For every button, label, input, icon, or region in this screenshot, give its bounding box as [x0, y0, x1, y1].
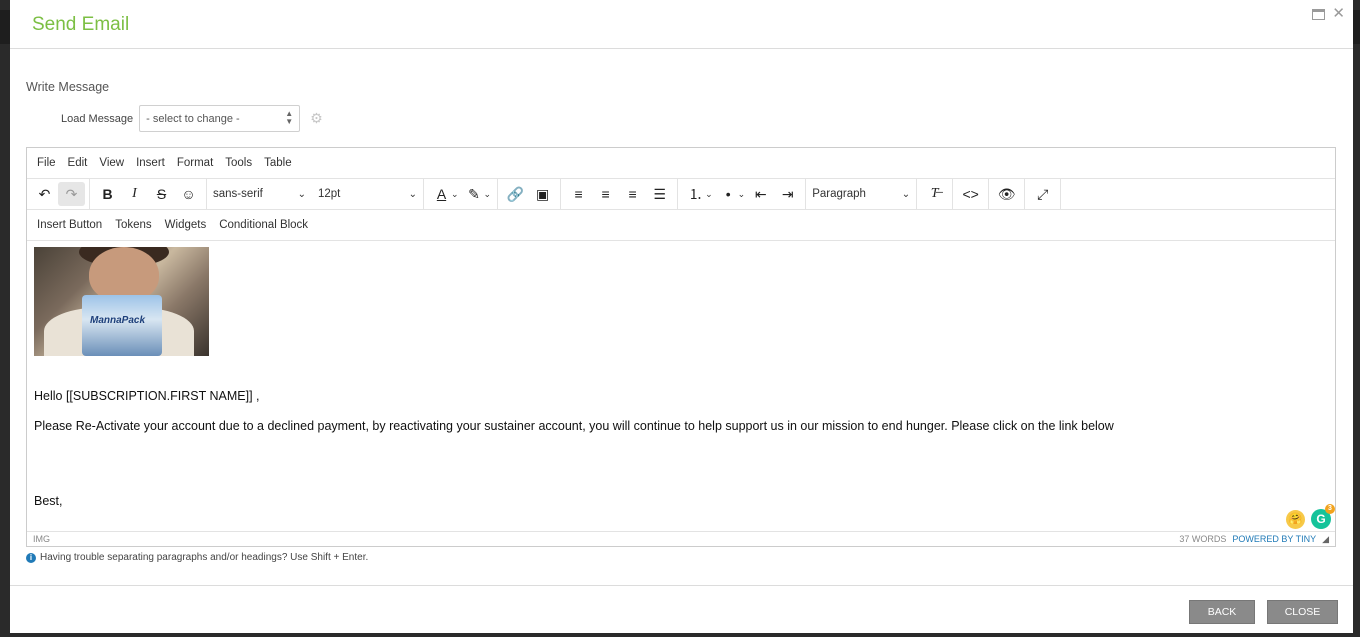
chevron-down-icon[interactable]: ⌄ — [738, 189, 746, 200]
chevron-down-icon: ⌄ — [408, 188, 417, 200]
chevron-down-icon[interactable]: ⌄ — [451, 189, 459, 200]
window-controls: ✕ — [1312, 6, 1345, 22]
source-code-icon[interactable]: <> — [957, 182, 984, 206]
emoji-icon[interactable]: ☺ — [175, 182, 202, 206]
menu-insert[interactable]: Insert — [136, 157, 165, 169]
italic-icon[interactable]: I — [121, 182, 148, 206]
font-family-value: sans-serif — [213, 188, 263, 200]
emoji-extension-icon[interactable]: 🤗 — [1286, 509, 1305, 529]
align-justify-icon[interactable]: ☰ — [646, 182, 673, 206]
menu-format[interactable]: Format — [177, 157, 213, 169]
dialog-title: Send Email — [32, 14, 130, 35]
align-group: ≡ ≡ ≡ ☰ — [561, 179, 679, 209]
clear-group: T̶ — [917, 179, 954, 209]
chevron-down-icon: ⌄ — [901, 188, 911, 200]
menu-edit[interactable]: Edit — [68, 157, 88, 169]
info-icon: i — [26, 552, 36, 563]
font-size-dropdown[interactable]: 12pt ⌄ — [312, 188, 423, 200]
strikethrough-icon[interactable]: S — [148, 182, 175, 206]
image-pack-text: MannaPack — [90, 315, 146, 326]
message-paragraph: Please Re-Activate your account due to a… — [34, 419, 1114, 433]
chevron-down-icon[interactable]: ⌄ — [705, 189, 713, 200]
signoff-paragraph: Best, — [34, 494, 63, 508]
list-group: ⒈ ⌄ • ⌄ ⇤ ⇥ — [678, 179, 807, 209]
extension-icons: 🤗 G 3 — [1286, 504, 1335, 529]
word-count: 37 WORDS — [1179, 534, 1227, 544]
link-icon[interactable]: 🔗 — [502, 182, 529, 206]
dialog-header: Send Email ✕ — [10, 0, 1353, 49]
load-message-select[interactable]: - select to change - ▲ ▼ — [139, 105, 301, 132]
preview-group: 👁 — [989, 179, 1026, 209]
select-arrows-icon: ▲ ▼ — [285, 109, 294, 126]
insert-button-menu[interactable]: Insert Button — [37, 219, 102, 231]
align-left-icon[interactable]: ≡ — [565, 182, 592, 206]
powered-by-link[interactable]: POWERED BY TINY — [1232, 534, 1316, 544]
indent-icon[interactable]: ⇥ — [774, 182, 801, 206]
editor-custom-toolbar: Insert Button Tokens Widgets Conditional… — [27, 210, 1335, 241]
fullscreen-icon[interactable]: ⤢ — [1029, 182, 1056, 206]
menu-view[interactable]: View — [99, 157, 124, 169]
rich-text-editor: File Edit View Insert Format Tools Table… — [26, 147, 1336, 547]
color-group: A ⌄ ✎ ⌄ — [424, 179, 499, 209]
hint-text: Having trouble separating paragraphs and… — [40, 552, 369, 563]
align-center-icon[interactable]: ≡ — [592, 182, 619, 206]
load-message-value: - select to change - — [146, 113, 240, 125]
close-button[interactable]: CLOSE — [1267, 600, 1338, 624]
image-face — [89, 247, 159, 302]
insert-group: 🔗 ▣ — [498, 179, 562, 209]
grammarly-badge: 3 — [1325, 504, 1335, 514]
font-size-value: 12pt — [318, 188, 341, 200]
back-button[interactable]: BACK — [1189, 600, 1255, 624]
load-message-row: Load Message - select to change - ▲ ▼ ⚙ — [61, 105, 323, 132]
block-group: Paragraph ⌄ — [806, 179, 918, 209]
format-group: B I S ☺ — [90, 179, 207, 209]
editor-hint: i Having trouble separating paragraphs a… — [26, 552, 368, 563]
align-right-icon[interactable]: ≡ — [619, 182, 646, 206]
gears-icon[interactable]: ⚙ — [310, 110, 323, 127]
widgets-menu[interactable]: Widgets — [165, 219, 207, 231]
element-path[interactable]: IMG — [33, 534, 50, 544]
menu-table[interactable]: Table — [264, 157, 292, 169]
clear-format-icon[interactable]: T̶ — [921, 182, 948, 206]
image-icon[interactable]: ▣ — [529, 182, 556, 206]
status-right: 37 WORDS POWERED BY TINY ◢ — [1179, 534, 1329, 545]
grammarly-icon[interactable]: G 3 — [1311, 504, 1335, 529]
history-group: ↶ ↷ — [27, 179, 90, 209]
load-message-label: Load Message — [61, 112, 134, 125]
chevron-down-icon[interactable]: ⌄ — [484, 189, 492, 200]
write-message-label: Write Message — [26, 80, 110, 94]
close-icon[interactable]: ✕ — [1332, 6, 1345, 22]
code-group: <> — [953, 179, 990, 209]
email-hero-image[interactable]: MannaPack — [34, 247, 209, 356]
menu-tools[interactable]: Tools — [225, 157, 252, 169]
block-format-value: Paragraph — [812, 188, 866, 200]
bold-icon[interactable]: B — [94, 182, 121, 206]
redo-icon[interactable]: ↷ — [58, 182, 85, 206]
outdent-icon[interactable]: ⇤ — [747, 182, 774, 206]
font-family-dropdown[interactable]: sans-serif ⌄ — [207, 188, 312, 200]
editor-menubar: File Edit View Insert Format Tools Table — [27, 148, 1335, 179]
editor-statusbar: IMG 37 WORDS POWERED BY TINY ◢ — [27, 531, 1335, 546]
undo-icon[interactable]: ↶ — [31, 182, 58, 206]
chevron-down-icon: ⌄ — [297, 188, 306, 200]
editor-content[interactable]: MannaPack Hello [[SUBSCRIPTION.FIRST NAM… — [27, 241, 1335, 531]
preview-icon[interactable]: 👁 — [993, 182, 1020, 206]
send-email-dialog: Send Email ✕ Write Message Load Message … — [10, 0, 1353, 633]
menu-file[interactable]: File — [37, 157, 56, 169]
maximize-icon[interactable] — [1312, 8, 1326, 20]
block-format-dropdown[interactable]: Paragraph ⌄ — [806, 188, 916, 200]
tokens-menu[interactable]: Tokens — [115, 219, 151, 231]
greeting-paragraph: Hello [[SUBSCRIPTION.FIRST NAME]] , — [34, 389, 260, 403]
editor-toolbar: ↶ ↷ B I S ☺ sans-serif ⌄ 12pt ⌄ A ⌄ ✎ ⌄ … — [27, 179, 1335, 210]
conditional-block-menu[interactable]: Conditional Block — [219, 219, 308, 231]
resize-handle-icon[interactable]: ◢ — [1322, 534, 1329, 545]
dialog-footer: BACK CLOSE — [10, 585, 1353, 633]
fullscreen-group: ⤢ — [1025, 179, 1062, 209]
font-group: sans-serif ⌄ 12pt ⌄ — [207, 179, 424, 209]
